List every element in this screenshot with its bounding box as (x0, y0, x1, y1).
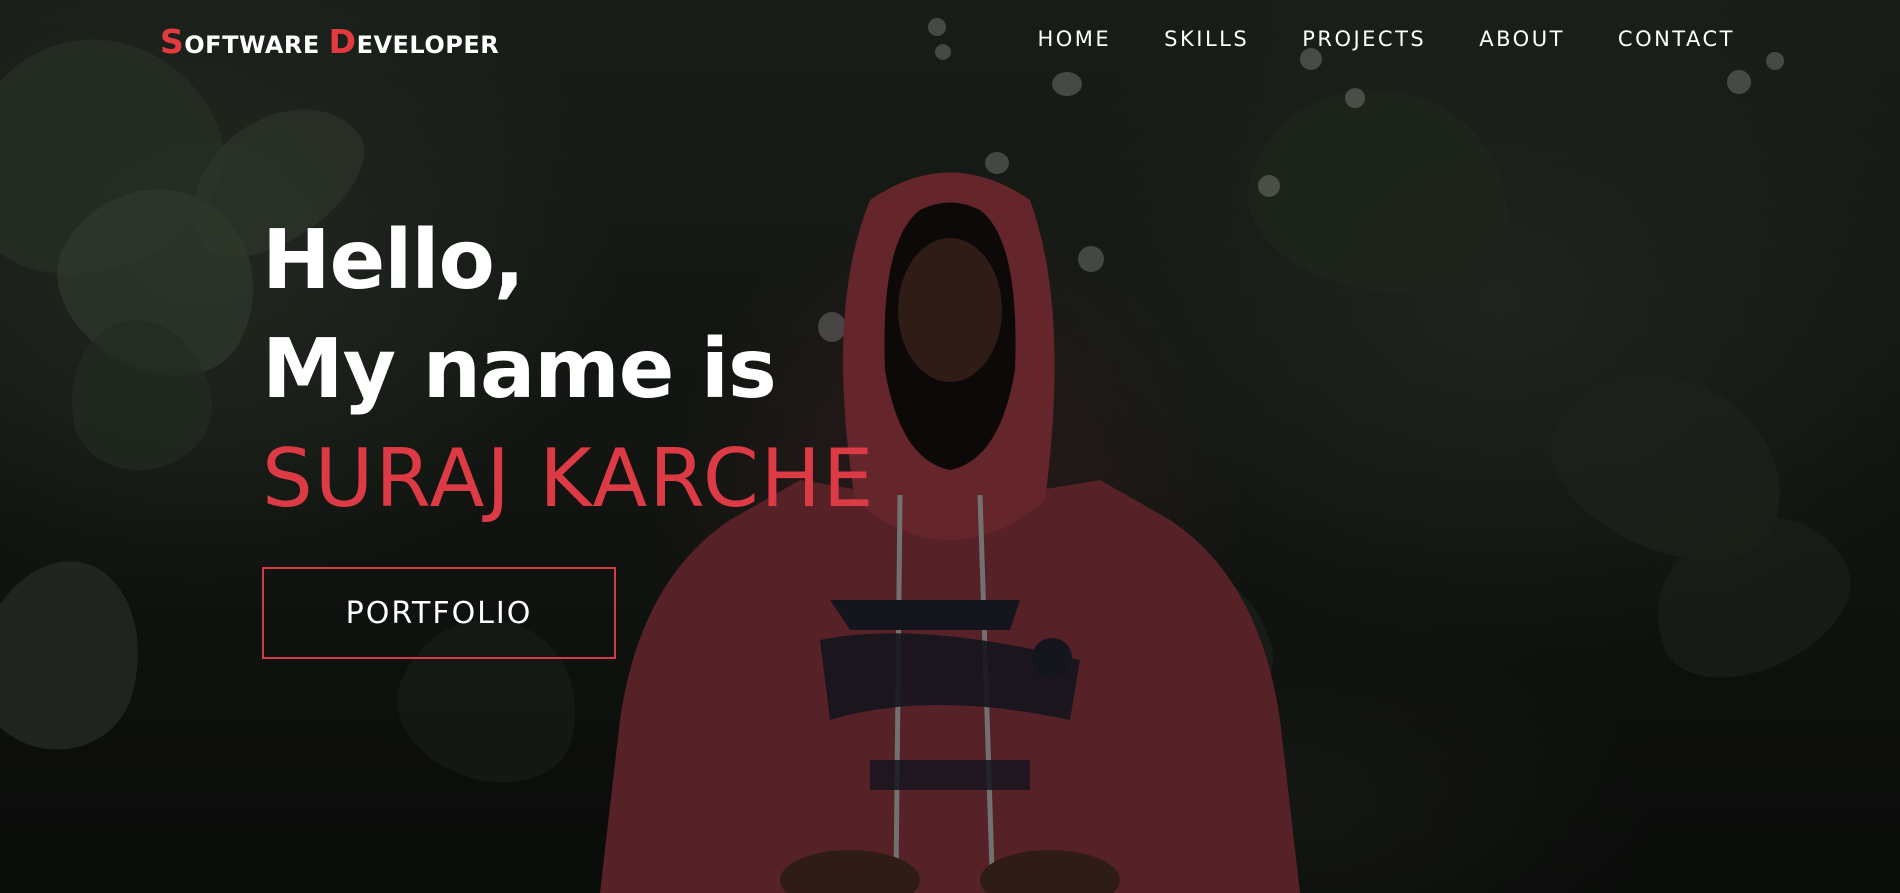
bokeh-light (1727, 70, 1751, 94)
main-nav: HOME SKILLS PROJECTS ABOUT CONTACT (1037, 27, 1735, 51)
bokeh-light (1300, 48, 1322, 70)
hero-name: SURAJ KARCHE (262, 432, 876, 525)
person-figure (600, 172, 1300, 893)
bokeh-light (1766, 52, 1784, 70)
hero-section: SOFTWARE DEVELOPER HOME SKILLS PROJECTS … (0, 0, 1900, 893)
brand-word-oftware: OFTWARE (184, 31, 320, 59)
brand-initial-d: D (328, 22, 357, 61)
foliage-decoration (0, 542, 162, 768)
nav-skills[interactable]: SKILLS (1164, 27, 1249, 51)
bokeh-light (928, 18, 946, 36)
hero-intro: My name is (262, 322, 777, 417)
brand-logo[interactable]: SOFTWARE DEVELOPER (160, 22, 499, 61)
nav-contact[interactable]: CONTACT (1618, 27, 1735, 51)
brand-initial-s: S (160, 22, 185, 61)
brand-word-eveloper: EVELOPER (356, 31, 500, 59)
nav-home[interactable]: HOME (1037, 27, 1111, 51)
portfolio-button[interactable]: PORTFOLIO (262, 567, 616, 659)
nav-projects[interactable]: PROJECTS (1302, 27, 1426, 51)
nav-about[interactable]: ABOUT (1479, 27, 1565, 51)
bokeh-light (1345, 88, 1365, 108)
bokeh-light (1052, 72, 1082, 96)
hero-greeting: Hello, (262, 213, 525, 308)
bokeh-light (935, 44, 951, 60)
